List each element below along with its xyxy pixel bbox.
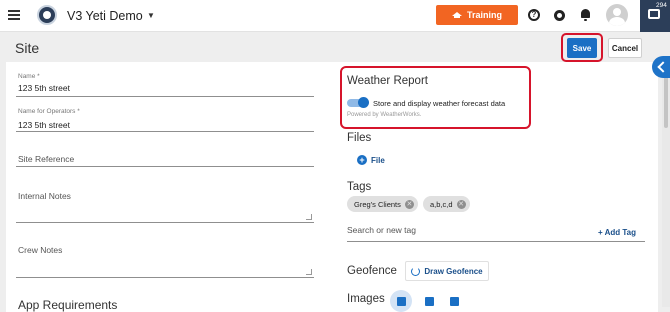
app-logo-icon[interactable] — [37, 5, 57, 25]
plus-icon: + — [598, 228, 603, 237]
weather-toggle-label: Store and display weather forecast data — [373, 99, 506, 108]
app-requirements-heading: App Requirements — [18, 298, 118, 312]
add-file-button[interactable]: + File — [357, 155, 385, 165]
cancel-button[interactable]: Cancel — [608, 38, 642, 58]
top-bar: V3 Yeti Demo ▼ Training ? 294 — [0, 0, 670, 32]
help-icon[interactable]: ? — [528, 9, 540, 21]
draw-geofence-label: Draw Geofence — [424, 266, 483, 276]
remove-tag-icon[interactable]: ✕ — [404, 199, 414, 209]
images-heading: Images — [347, 293, 385, 305]
chat-icon — [648, 9, 660, 19]
tag-chip-label: Greg's Clients — [354, 199, 401, 209]
name-label: Name * — [18, 73, 40, 80]
crew-notes-label: Crew Notes — [18, 245, 63, 255]
app-title[interactable]: V3 Yeti Demo — [67, 9, 143, 23]
training-button[interactable]: Training — [436, 5, 518, 25]
add-file-label: File — [371, 155, 385, 165]
training-label: Training — [466, 10, 502, 20]
remove-tag-icon[interactable]: ✕ — [456, 199, 466, 209]
draw-icon — [411, 266, 421, 276]
tag-chip: Greg's Clients ✕ — [347, 196, 418, 212]
graduation-cap-icon — [451, 11, 462, 19]
operators-name-field[interactable]: Name for Operators * 123 5th street — [16, 107, 314, 132]
camera-icon — [396, 296, 406, 306]
upload-image-button[interactable] — [443, 290, 465, 312]
collapse-panel-button[interactable] — [652, 56, 670, 78]
upload-file-icon — [449, 296, 459, 306]
add-image-button[interactable] — [418, 290, 440, 312]
bell-icon[interactable] — [580, 9, 591, 21]
tags-heading: Tags — [347, 181, 372, 193]
chevron-down-icon[interactable]: ▼ — [147, 11, 155, 20]
site-reference-label: Site Reference — [18, 154, 75, 164]
save-button[interactable]: Save — [567, 38, 597, 58]
avatar[interactable] — [606, 4, 628, 26]
powered-by-text: Powered by WeatherWorks. — [347, 112, 422, 118]
weather-report-heading: Weather Report — [347, 75, 428, 87]
draw-geofence-button[interactable]: Draw Geofence — [405, 261, 489, 281]
gear-icon[interactable] — [554, 10, 565, 21]
toggle-knob — [358, 97, 369, 108]
name-value[interactable]: 123 5th street — [18, 83, 70, 93]
resize-handle-icon[interactable] — [306, 214, 312, 220]
camera-button[interactable] — [390, 290, 412, 312]
add-tag-label: Add Tag — [604, 228, 637, 237]
tag-chip: a,b,c,d ✕ — [423, 196, 470, 212]
tag-chip-label: a,b,c,d — [430, 199, 453, 209]
page-title: Site — [15, 40, 40, 56]
notification-count-badge: 294 — [655, 2, 668, 9]
add-tag-button[interactable]: + Add Tag — [598, 228, 636, 237]
resize-handle-icon[interactable] — [306, 269, 312, 275]
operators-name-value[interactable]: 123 5th street — [18, 120, 70, 130]
plus-circle-icon: + — [357, 155, 367, 165]
tag-search-input[interactable] — [347, 221, 567, 239]
add-image-icon — [424, 296, 434, 306]
files-heading: Files — [347, 132, 372, 144]
geofence-heading: Geofence — [347, 265, 397, 277]
internal-notes-label: Internal Notes — [18, 191, 71, 201]
operators-name-label: Name for Operators * — [18, 108, 80, 115]
weather-toggle[interactable] — [347, 97, 369, 108]
name-field[interactable]: Name * 123 5th street — [16, 72, 314, 97]
chat-notifications-button[interactable]: 294 — [640, 0, 670, 32]
hamburger-menu-icon[interactable] — [8, 10, 20, 20]
